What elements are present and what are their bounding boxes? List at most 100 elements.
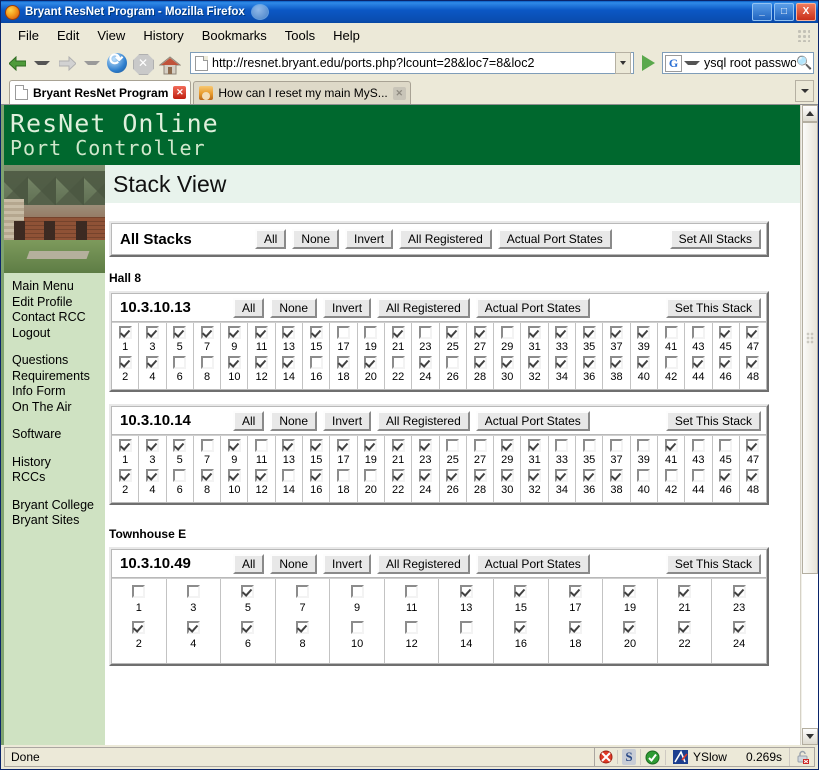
port-checkbox-20[interactable] xyxy=(364,356,378,369)
port-checkbox-3[interactable] xyxy=(145,439,159,452)
port-checkbox-34[interactable] xyxy=(555,356,569,369)
menu-history[interactable]: History xyxy=(134,25,192,46)
port-checkbox-14[interactable] xyxy=(282,469,296,482)
port-checkbox-47[interactable] xyxy=(746,326,760,339)
vertical-scrollbar[interactable] xyxy=(800,105,818,745)
port-checkbox-19[interactable] xyxy=(364,326,378,339)
port-checkbox-2[interactable] xyxy=(118,469,132,482)
port-checkbox-18[interactable] xyxy=(337,356,351,369)
sidebar-item-bryant-college[interactable]: Bryant College xyxy=(12,498,105,514)
port-checkbox-43[interactable] xyxy=(691,439,705,452)
port-checkbox-16[interactable] xyxy=(514,621,528,634)
scrollbar-thumb[interactable] xyxy=(801,122,818,574)
port-checkbox-12[interactable] xyxy=(255,356,269,369)
url-dropdown-icon[interactable] xyxy=(615,52,631,74)
port-checkbox-21[interactable] xyxy=(391,439,405,452)
port-checkbox-37[interactable] xyxy=(609,439,623,452)
scroll-up-arrow-icon[interactable] xyxy=(801,105,818,122)
port-checkbox-9[interactable] xyxy=(350,585,364,598)
port-checkbox-33[interactable] xyxy=(555,326,569,339)
port-checkbox-31[interactable] xyxy=(528,326,542,339)
all-stacks-invert-button[interactable]: Invert xyxy=(345,229,394,249)
port-checkbox-22[interactable] xyxy=(391,469,405,482)
sidebar-item-on-the-air[interactable]: On The Air xyxy=(12,400,105,416)
stack-invert-button[interactable]: Invert xyxy=(323,553,372,574)
stack-none-button[interactable]: None xyxy=(270,553,318,574)
stack-all-button[interactable]: All xyxy=(233,297,265,318)
port-checkbox-30[interactable] xyxy=(500,469,514,482)
menu-tools[interactable]: Tools xyxy=(276,25,324,46)
port-checkbox-27[interactable] xyxy=(473,439,487,452)
port-checkbox-44[interactable] xyxy=(691,356,705,369)
port-checkbox-29[interactable] xyxy=(500,439,514,452)
stack-invert-button[interactable]: Invert xyxy=(323,297,372,318)
menu-bookmarks[interactable]: Bookmarks xyxy=(193,25,276,46)
port-checkbox-10[interactable] xyxy=(227,469,241,482)
tab-close-icon[interactable]: ✕ xyxy=(173,86,187,99)
port-checkbox-12[interactable] xyxy=(405,621,419,634)
port-checkbox-24[interactable] xyxy=(418,356,432,369)
port-checkbox-15[interactable] xyxy=(309,326,323,339)
all-stacks-none-button[interactable]: None xyxy=(292,229,340,249)
port-checkbox-37[interactable] xyxy=(609,326,623,339)
maximize-button[interactable]: □ xyxy=(774,3,794,21)
tab-list-chevron-down-icon[interactable] xyxy=(795,80,814,102)
stack-invert-button[interactable]: Invert xyxy=(323,410,372,431)
port-checkbox-16[interactable] xyxy=(309,469,323,482)
port-checkbox-45[interactable] xyxy=(719,439,733,452)
port-checkbox-17[interactable] xyxy=(337,439,351,452)
sidebar-item-contact-rcc[interactable]: Contact RCC xyxy=(12,310,105,326)
port-checkbox-11[interactable] xyxy=(255,439,269,452)
port-checkbox-6[interactable] xyxy=(173,356,187,369)
port-checkbox-26[interactable] xyxy=(446,469,460,482)
url-text[interactable]: http://resnet.bryant.edu/ports.php?lcoun… xyxy=(212,56,613,70)
menu-edit[interactable]: Edit xyxy=(48,25,88,46)
port-checkbox-4[interactable] xyxy=(145,469,159,482)
port-checkbox-40[interactable] xyxy=(637,356,651,369)
port-checkbox-19[interactable] xyxy=(364,439,378,452)
port-checkbox-5[interactable] xyxy=(173,439,187,452)
sidebar-item-logout[interactable]: Logout xyxy=(12,326,105,342)
port-checkbox-41[interactable] xyxy=(664,439,678,452)
port-checkbox-39[interactable] xyxy=(637,326,651,339)
port-checkbox-26[interactable] xyxy=(446,356,460,369)
all-stacks-all-registered-button[interactable]: All Registered xyxy=(399,229,492,249)
search-engine-dropdown-icon[interactable] xyxy=(684,61,700,65)
port-checkbox-34[interactable] xyxy=(555,469,569,482)
port-checkbox-21[interactable] xyxy=(391,326,405,339)
all-stacks-actual-port-states-button[interactable]: Actual Port States xyxy=(497,229,612,249)
port-checkbox-15[interactable] xyxy=(514,585,528,598)
port-checkbox-38[interactable] xyxy=(609,356,623,369)
stack-all-registered-button[interactable]: All Registered xyxy=(377,553,470,574)
set-all-stacks-button[interactable]: Set All Stacks xyxy=(669,229,761,249)
sidebar-item-rccs[interactable]: RCCs xyxy=(12,470,105,486)
tab-bryant-resnet-program[interactable]: Bryant ResNet Program ✕ xyxy=(9,80,192,104)
port-checkbox-40[interactable] xyxy=(637,469,651,482)
port-checkbox-31[interactable] xyxy=(528,439,542,452)
stack-all-button[interactable]: All xyxy=(233,553,265,574)
stack-actual-port-states-button[interactable]: Actual Port States xyxy=(475,553,590,574)
port-checkbox-14[interactable] xyxy=(459,621,473,634)
port-checkbox-7[interactable] xyxy=(296,585,310,598)
port-checkbox-15[interactable] xyxy=(309,439,323,452)
port-checkbox-27[interactable] xyxy=(473,326,487,339)
port-checkbox-20[interactable] xyxy=(364,469,378,482)
all-stacks-all-button[interactable]: All xyxy=(255,229,287,249)
port-checkbox-46[interactable] xyxy=(719,469,733,482)
stack-all-registered-button[interactable]: All Registered xyxy=(377,410,470,431)
set-this-stack-button[interactable]: Set This Stack xyxy=(665,410,761,431)
port-checkbox-25[interactable] xyxy=(446,326,460,339)
port-checkbox-1[interactable] xyxy=(118,439,132,452)
port-checkbox-23[interactable] xyxy=(418,439,432,452)
port-checkbox-28[interactable] xyxy=(473,356,487,369)
port-checkbox-13[interactable] xyxy=(282,439,296,452)
go-arrow-icon[interactable] xyxy=(637,52,659,74)
port-checkbox-18[interactable] xyxy=(568,621,582,634)
port-checkbox-32[interactable] xyxy=(528,356,542,369)
sidebar-item-info-form[interactable]: Info Form xyxy=(12,384,105,400)
port-checkbox-35[interactable] xyxy=(582,439,596,452)
port-checkbox-18[interactable] xyxy=(337,469,351,482)
port-checkbox-25[interactable] xyxy=(446,439,460,452)
sidebar-item-software[interactable]: Software xyxy=(12,427,105,443)
minimize-button[interactable]: _ xyxy=(752,3,772,21)
